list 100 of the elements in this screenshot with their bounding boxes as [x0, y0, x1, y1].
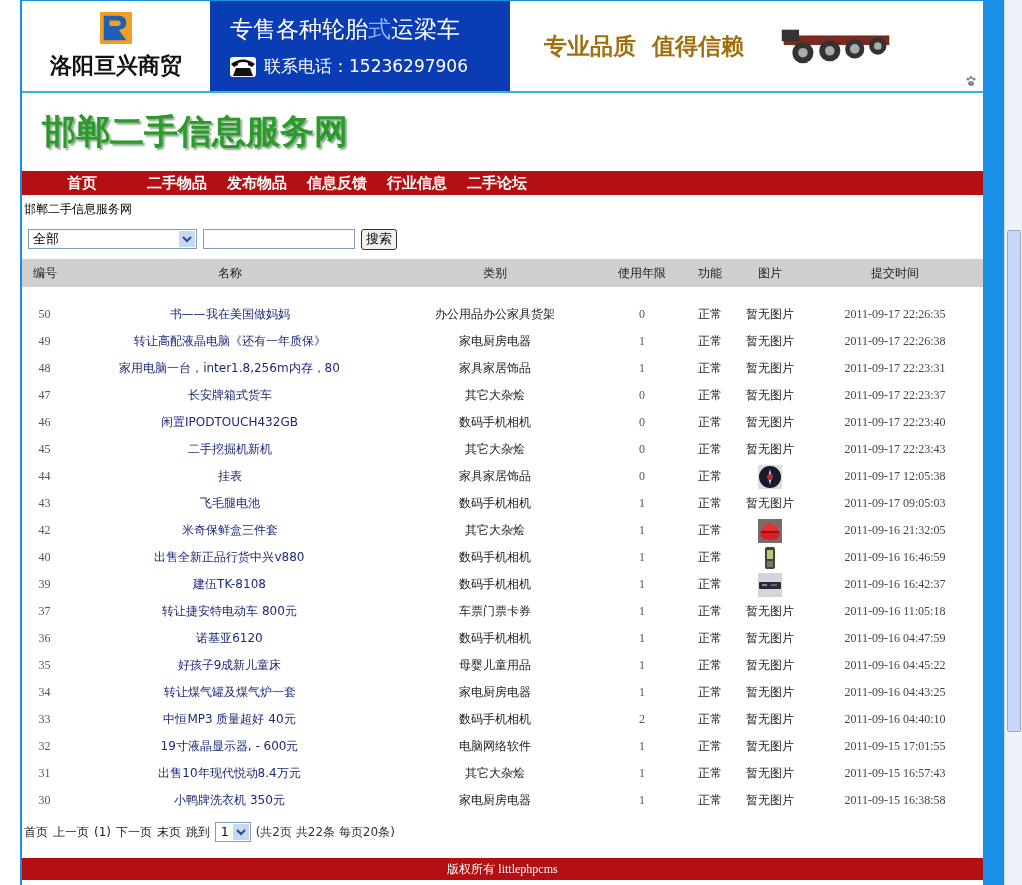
phone-number: 联系电话：15236297906: [264, 55, 468, 78]
pager-link[interactable]: 首页: [24, 823, 48, 841]
item-link[interactable]: 中恒MP3 质量超好 40元: [163, 711, 296, 728]
status-cell: 正常: [697, 414, 722, 431]
submit-time: 2011-09-15 17:01:55: [844, 739, 946, 754]
category-cell: 母婴儿童用品: [458, 657, 531, 674]
slogan: 专业品质 值得信赖: [544, 31, 744, 61]
status-cell: 正常: [697, 441, 722, 458]
category-cell: 数码手机相机: [458, 414, 531, 431]
years-cell: 1: [639, 631, 645, 646]
no-image-text: 暂无图片: [745, 603, 794, 620]
no-image-text: 暂无图片: [745, 630, 794, 647]
column-header: 图片: [756, 264, 783, 282]
nav-link[interactable]: 首页: [67, 173, 97, 193]
category-cell: 其它大杂烩: [464, 522, 525, 539]
status-cell: 正常: [697, 657, 722, 674]
submit-time: 2011-09-16 04:40:10: [844, 712, 946, 727]
item-link[interactable]: 小鸭牌洗衣机 350元: [174, 792, 285, 809]
site-title: 邯郸二手信息服务网: [42, 110, 348, 153]
logo-icon: [100, 11, 132, 45]
no-image-text: 暂无图片: [745, 792, 794, 809]
item-link[interactable]: 19寸液晶显示器, - 600元: [160, 738, 299, 755]
category-cell: 其它大杂烩: [464, 387, 525, 404]
pager-link[interactable]: (1): [94, 825, 111, 839]
no-image-text: 暂无图片: [745, 684, 794, 701]
paw-icon: [965, 75, 977, 87]
category-cell: 办公用品办公家具货架: [434, 306, 555, 323]
category-cell: 数码手机相机: [458, 576, 531, 593]
years-cell: 1: [639, 685, 645, 700]
submit-time: 2011-09-15 16:57:43: [844, 766, 946, 781]
item-link[interactable]: 诺基亚6120: [196, 630, 263, 647]
search-button[interactable]: 搜索: [361, 228, 397, 250]
submit-time: 2011-09-17 22:26:38: [844, 334, 946, 349]
item-link[interactable]: 飞毛腿电池: [199, 495, 260, 512]
column-header: 名称: [216, 264, 243, 282]
status-cell: 正常: [697, 549, 722, 566]
category-cell: 家电厨房电器: [458, 684, 531, 701]
item-number: 36: [38, 631, 51, 646]
category-cell: 家电厨房电器: [458, 333, 531, 350]
no-image-text: 暂无图片: [745, 360, 794, 377]
item-link[interactable]: 米奇保鲜盒三件套: [181, 522, 278, 539]
years-cell: 1: [639, 739, 645, 754]
pager-link[interactable]: 上一页: [53, 823, 89, 841]
item-link[interactable]: 转让煤气罐及煤气炉一套: [163, 684, 296, 701]
item-link[interactable]: 出售全新正品行货中兴v880: [154, 549, 305, 566]
years-cell: 1: [639, 658, 645, 673]
item-number: 37: [38, 604, 51, 619]
nav-link[interactable]: 行业信息: [387, 173, 447, 193]
status-cell: 正常: [697, 495, 722, 512]
years-cell: 1: [639, 550, 645, 565]
item-number: 34: [38, 685, 51, 700]
years-cell: 1: [639, 334, 645, 349]
item-link[interactable]: 家用电脑一台，inter1.8,256m内存，80: [119, 360, 340, 377]
submit-time: 2011-09-16 04:45:22: [844, 658, 946, 673]
telephone-icon: [230, 56, 256, 77]
submit-time: 2011-09-15 16:38:58: [844, 793, 946, 808]
search-field[interactable]: [203, 229, 355, 249]
status-cell: 正常: [697, 684, 722, 701]
years-cell: 0: [639, 469, 645, 484]
no-image-text: 暂无图片: [745, 387, 794, 404]
submit-time: 2011-09-16 04:47:59: [844, 631, 946, 646]
years-cell: 1: [639, 361, 645, 376]
years-cell: 1: [639, 523, 645, 538]
years-cell: 0: [639, 388, 645, 403]
item-number: 30: [38, 793, 51, 808]
item-link[interactable]: 好孩子9成新儿童床: [177, 657, 282, 674]
category-cell: 数码手机相机: [458, 630, 531, 647]
item-number: 31: [38, 766, 51, 781]
category-cell: 家电厨房电器: [458, 792, 531, 809]
page-summary: (共2页 共22条 每页20条): [255, 823, 395, 841]
years-cell: 1: [639, 577, 645, 592]
pager-link[interactable]: 下一页: [116, 823, 152, 841]
column-header: 使用年限: [617, 264, 667, 282]
item-link[interactable]: 挂表: [217, 468, 242, 485]
nav-link[interactable]: 信息反馈: [307, 173, 367, 193]
item-link[interactable]: 转让高配液晶电脑《还有一年质保》: [133, 333, 326, 350]
pager-link[interactable]: 末页: [157, 823, 181, 841]
nav-link[interactable]: 二手论坛: [467, 173, 527, 193]
status-cell: 正常: [697, 792, 722, 809]
item-number: 44: [38, 469, 51, 484]
scrollbar[interactable]: [1004, 0, 1022, 885]
item-link[interactable]: 书——我在美国做妈妈: [169, 306, 290, 323]
status-cell: 正常: [697, 765, 722, 782]
item-link[interactable]: 二手挖掘机新机: [187, 441, 272, 458]
nav-link[interactable]: 二手物品: [147, 173, 207, 193]
years-cell: 0: [639, 415, 645, 430]
item-link[interactable]: 转让捷安特电动车 800元: [162, 603, 297, 620]
item-number: 39: [38, 577, 51, 592]
page-dropdown[interactable]: 1: [215, 822, 251, 842]
ad-headline: 专售各种轮胎式运梁车: [230, 15, 461, 44]
item-link[interactable]: 闲置IPODTOUCH432GB: [161, 414, 298, 431]
copyright: 版权所有 littlephpcms: [447, 860, 558, 878]
item-link[interactable]: 建伍TK-8108: [193, 576, 266, 593]
item-link[interactable]: 出售10年现代悦动8.4万元: [158, 765, 301, 782]
item-link[interactable]: 长安牌箱式货车: [187, 387, 272, 404]
nav-link[interactable]: 发布物品: [227, 173, 287, 193]
years-cell: 1: [639, 793, 645, 808]
category-cell: 数码手机相机: [458, 495, 531, 512]
category-dropdown[interactable]: 全部: [28, 229, 197, 249]
submit-time: 2011-09-16 04:43:25: [844, 685, 946, 700]
